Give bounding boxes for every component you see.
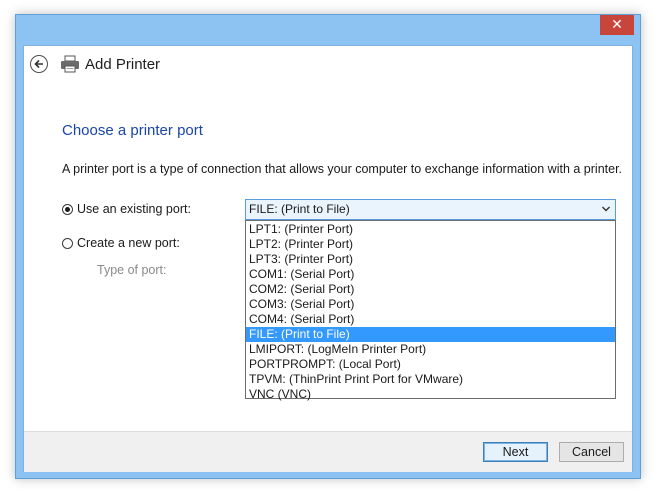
chevron-down-icon [602, 206, 610, 212]
wizard-footer: Next Cancel [24, 431, 632, 472]
port-option[interactable]: LMIPORT: (LogMeIn Printer Port) [246, 342, 615, 357]
port-option[interactable]: LPT3: (Printer Port) [246, 252, 615, 267]
type-of-port-label: Type of port: [97, 263, 167, 277]
port-option[interactable]: PORTPROMPT: (Local Port) [246, 357, 615, 372]
create-new-port-option[interactable]: Create a new port: [62, 236, 180, 250]
cancel-button[interactable]: Cancel [559, 442, 624, 462]
page-description: A printer port is a type of connection t… [62, 162, 623, 176]
existing-port-combobox[interactable]: FILE: (Print to File) [245, 199, 616, 220]
use-existing-port-label: Use an existing port: [77, 202, 191, 216]
port-option[interactable]: VNC (VNC) [246, 387, 615, 402]
port-option[interactable]: TPVM: (ThinPrint Print Port for VMware) [246, 372, 615, 387]
port-option[interactable]: COM2: (Serial Port) [246, 282, 615, 297]
next-button[interactable]: Next [483, 442, 548, 462]
window-title: Add Printer [85, 56, 161, 73]
create-new-port-label: Create a new port: [77, 236, 180, 250]
back-arrow-icon [34, 59, 43, 69]
close-icon: ✕ [611, 17, 623, 33]
port-option[interactable]: FILE: (Print to File) [246, 327, 615, 342]
port-option[interactable]: COM3: (Serial Port) [246, 297, 615, 312]
create-new-port-radio[interactable] [62, 237, 73, 249]
port-option[interactable]: LPT1: (Printer Port) [246, 222, 615, 237]
printer-icon [61, 55, 79, 73]
page-heading: Choose a printer port [62, 122, 203, 139]
back-button[interactable] [30, 55, 48, 73]
port-option[interactable]: COM1: (Serial Port) [246, 267, 615, 282]
port-dropdown-list[interactable]: LPT1: (Printer Port) LPT2: (Printer Port)… [245, 220, 616, 402]
use-existing-port-radio[interactable] [62, 203, 73, 215]
existing-port-value: FILE: (Print to File) [249, 202, 350, 216]
port-option[interactable]: LPT2: (Printer Port) [246, 237, 615, 252]
window-frame: ✕ Add Printer Choose a printer port A pr… [15, 14, 641, 479]
use-existing-port-option[interactable]: Use an existing port: [62, 202, 191, 216]
wizard-client-area: Add Printer Choose a printer port A prin… [23, 45, 633, 472]
close-button[interactable]: ✕ [600, 15, 634, 35]
port-option[interactable]: COM4: (Serial Port) [246, 312, 615, 327]
